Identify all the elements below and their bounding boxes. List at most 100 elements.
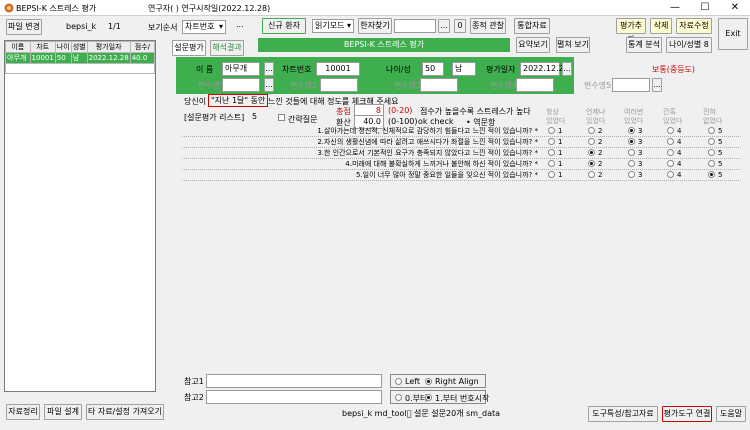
grid-header-2[interactable]: 나이 bbox=[54, 41, 72, 53]
answer-number: 4 bbox=[677, 171, 682, 179]
answer-radio[interactable] bbox=[628, 127, 635, 134]
answer-radio[interactable] bbox=[667, 171, 674, 178]
tab-result[interactable]: 해석결과 bbox=[210, 40, 244, 56]
answer-radio[interactable] bbox=[548, 160, 555, 167]
answer-radio[interactable] bbox=[588, 149, 595, 156]
grid-header-4[interactable]: 평가일자 bbox=[86, 41, 131, 53]
answer-radio[interactable] bbox=[588, 127, 595, 134]
question-row: 1.살아가는데 정신적, 신체적으로 감당하기 힘들다고 느낀 적이 있습니까?… bbox=[182, 126, 741, 137]
zero-button[interactable]: 0 bbox=[454, 19, 466, 33]
close-button[interactable]: ✕ bbox=[720, 0, 750, 16]
answer-radio[interactable] bbox=[588, 160, 595, 167]
chart-label: 차트번호 bbox=[282, 65, 312, 74]
align-left-radio[interactable] bbox=[395, 378, 402, 385]
answer-number: 2 bbox=[598, 149, 603, 157]
ref2-field[interactable] bbox=[206, 390, 382, 404]
grid-header-0[interactable]: 이름 bbox=[5, 41, 31, 53]
name-ellipsis-button[interactable]: ... bbox=[264, 62, 274, 76]
grid-cell: 10001 bbox=[29, 52, 56, 64]
delete-button[interactable]: 삭제 bbox=[650, 18, 672, 34]
view-chart-button[interactable]: 종적 관찰 bbox=[470, 18, 506, 34]
answer-radio[interactable] bbox=[588, 138, 595, 145]
grid-header-1[interactable]: 차트 bbox=[29, 41, 56, 53]
stats-analysis-button[interactable]: 통계 분석 bbox=[626, 37, 662, 53]
align-right-radio[interactable] bbox=[425, 378, 432, 385]
help-button[interactable]: 도움말 bbox=[716, 406, 746, 422]
answer-radio[interactable] bbox=[628, 138, 635, 145]
answer-number: 2 bbox=[598, 138, 603, 146]
var1-ellipsis-button[interactable]: ... bbox=[264, 78, 274, 92]
answer-radio[interactable] bbox=[548, 138, 555, 145]
view-order-select[interactable]: 차트번호 ▾ bbox=[182, 20, 226, 34]
question-row: 4.미래에 대해 불확실하게 느끼거나 불안해 하신 적이 있습니까? * 1 2 3… bbox=[182, 159, 741, 170]
window-title: BEPSI-K 스트레스 평가 bbox=[16, 4, 97, 13]
answer-number: 5 bbox=[718, 160, 723, 168]
var3-field[interactable] bbox=[420, 78, 458, 92]
var1-field[interactable] bbox=[222, 78, 260, 92]
name-field[interactable]: 아무개 bbox=[222, 62, 260, 76]
answer-radio[interactable] bbox=[548, 149, 555, 156]
answer-radio[interactable] bbox=[628, 160, 635, 167]
tool-ref-button[interactable]: 도구특성/참고자료 bbox=[588, 406, 658, 422]
start-one-radio[interactable] bbox=[425, 394, 432, 401]
kanji-ellipsis-button[interactable]: ... bbox=[438, 19, 450, 33]
total-label: 총점 bbox=[336, 107, 351, 116]
question-row: 2.자신의 생활신념에 따라 삶려고 애쓰시다가 좌절을 느낀 적이 있습니까?… bbox=[182, 137, 741, 148]
date-field[interactable]: 2022.12.28 bbox=[520, 62, 569, 76]
table-row[interactable]: 아무개 10001 50 남 2022.12.28 40.0 bbox=[5, 52, 156, 64]
chart-field[interactable]: 10001 bbox=[316, 62, 360, 76]
maximize-button[interactable]: ☐ bbox=[690, 0, 720, 16]
other-import-button[interactable]: 타 자료/설정 가져오기 bbox=[86, 404, 164, 420]
answer-radio[interactable] bbox=[708, 171, 715, 178]
file-change-button[interactable]: 파일 변경 bbox=[6, 19, 42, 35]
tab-survey[interactable]: 설문평가 bbox=[172, 40, 206, 56]
more-button[interactable]: ... bbox=[236, 20, 244, 29]
age-field[interactable]: 50 bbox=[422, 62, 444, 76]
simple-question-checkbox[interactable] bbox=[278, 114, 285, 121]
gender-select[interactable]: 남 bbox=[452, 62, 476, 76]
grid-header-5[interactable]: 점수/ bbox=[129, 41, 156, 53]
date-ellipsis-button[interactable]: ... bbox=[562, 62, 572, 76]
answer-radio[interactable] bbox=[628, 149, 635, 156]
var5-ellipsis-button[interactable]: ... bbox=[652, 78, 662, 92]
answer-radio[interactable] bbox=[548, 127, 555, 134]
age-gender-button[interactable]: 나이/성별 8 bbox=[666, 37, 712, 53]
data-edit-button[interactable]: 자료수정 bbox=[676, 18, 712, 34]
var4-label: 변수명4 bbox=[490, 81, 518, 90]
new-patient-button[interactable]: 신규 환자 bbox=[262, 18, 306, 34]
var5-field[interactable] bbox=[612, 78, 650, 92]
answer-radio[interactable] bbox=[708, 160, 715, 167]
kanji-input[interactable] bbox=[394, 19, 436, 33]
page-indicator: 1/1 bbox=[108, 22, 121, 31]
answer-radio[interactable] bbox=[708, 138, 715, 145]
var2-field[interactable] bbox=[320, 78, 358, 92]
summary-view-button[interactable]: 요약보기 bbox=[516, 37, 550, 53]
kanji-find-button[interactable]: 한자찾기 bbox=[358, 18, 392, 34]
minimize-button[interactable]: — bbox=[660, 0, 690, 16]
ok-check-label: ok check bbox=[418, 117, 454, 126]
grid-header-3[interactable]: 성별 bbox=[70, 41, 88, 53]
answer-radio[interactable] bbox=[667, 149, 674, 156]
answer-radio[interactable] bbox=[708, 149, 715, 156]
var4-field[interactable] bbox=[516, 78, 554, 92]
answer-radio[interactable] bbox=[667, 127, 674, 134]
eval-add-button[interactable]: 평가추가 bbox=[616, 18, 646, 44]
tool-link-button[interactable]: 평가도구 연결 bbox=[662, 406, 712, 422]
age-label: 나이/성 bbox=[386, 65, 411, 74]
answer-radio[interactable] bbox=[548, 171, 555, 178]
mode-select[interactable]: 읽기모드 ▾ bbox=[312, 19, 354, 33]
start-zero-radio[interactable] bbox=[395, 394, 402, 401]
answer-number: 2 bbox=[598, 171, 603, 179]
date-label: 평가일자 bbox=[486, 65, 516, 74]
answer-radio[interactable] bbox=[588, 171, 595, 178]
stats-data-button[interactable]: 통합자료 bbox=[514, 18, 550, 34]
ref1-field[interactable] bbox=[206, 374, 382, 388]
answer-radio[interactable] bbox=[667, 160, 674, 167]
answer-radio[interactable] bbox=[667, 138, 674, 145]
open-view-button[interactable]: 펼쳐 보기 bbox=[556, 37, 590, 53]
answer-radio[interactable] bbox=[628, 171, 635, 178]
exit-button[interactable]: Exit bbox=[718, 18, 748, 50]
file-design-button[interactable]: 파일 설계 bbox=[44, 404, 82, 420]
data-clean-button[interactable]: 자료정리 bbox=[6, 404, 40, 420]
answer-radio[interactable] bbox=[708, 127, 715, 134]
